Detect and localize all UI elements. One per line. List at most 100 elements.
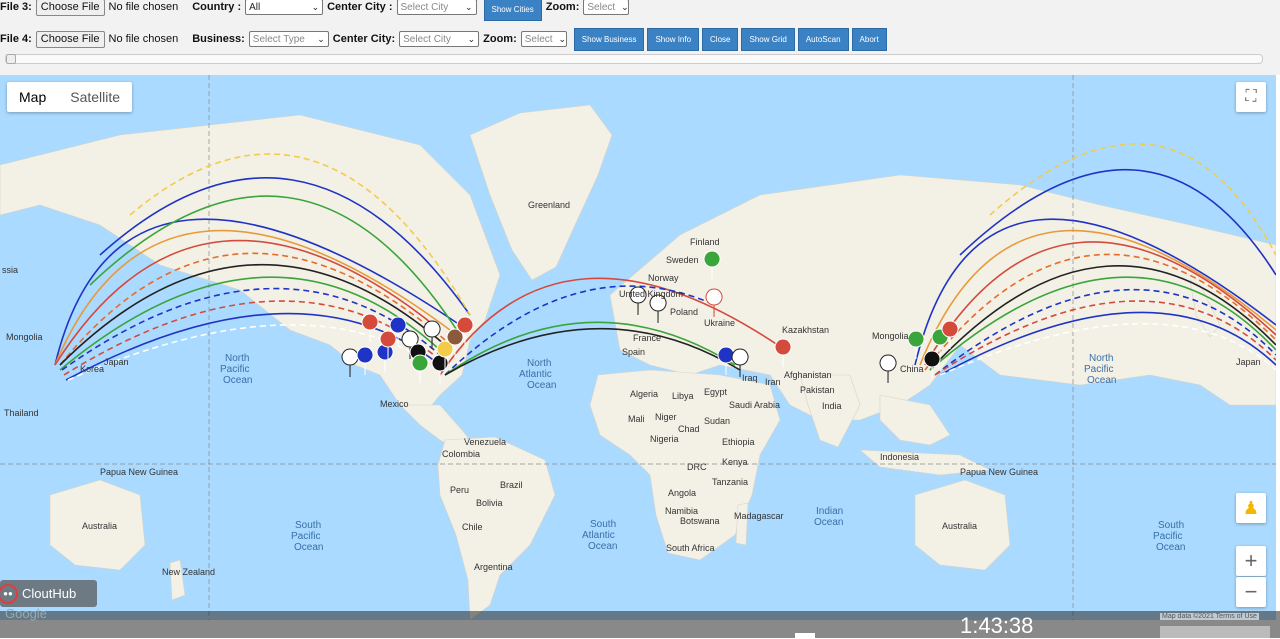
file-3-label: File 3:: [0, 1, 32, 13]
center-city-select-1-value: Select City: [400, 1, 449, 13]
label-sudan: Sudan: [704, 416, 730, 426]
video-timestamp: 1:43:38: [960, 613, 1034, 638]
business-select[interactable]: Select Type ⌄: [248, 31, 329, 47]
label-greenland: Greenland: [528, 200, 570, 210]
ocean-na-1: North: [527, 358, 551, 369]
zoom-in-button[interactable]: +: [1236, 546, 1266, 576]
zoom-label-2: Zoom:: [483, 33, 517, 45]
chevron-down-icon: ⌄: [464, 1, 473, 12]
label-saudi-arabia: Saudi Arabia: [729, 400, 780, 410]
clouthub-watermark: ●● CloutHub: [0, 580, 97, 607]
label-india: India: [822, 401, 842, 411]
video-progress-indicator[interactable]: [795, 633, 815, 638]
autoscan-button[interactable]: AutoScan: [797, 27, 849, 51]
show-business-button[interactable]: Show Business: [573, 27, 645, 51]
ocean-np-right-3: Ocean: [1087, 375, 1116, 386]
zoom-select-2-value: Select: [524, 33, 553, 45]
marker-pin: [341, 348, 359, 378]
label-thailand: Thailand: [4, 408, 39, 418]
file-4-choose-button[interactable]: Choose File: [35, 30, 105, 48]
label-peru: Peru: [450, 485, 469, 495]
label-mexico: Mexico: [380, 399, 409, 409]
pegman-icon: ♟: [1242, 497, 1260, 518]
clouthub-label: CloutHub: [22, 586, 77, 601]
label-venezuela: Venezuela: [464, 437, 506, 447]
center-city-select-2[interactable]: Select City ⌄: [399, 31, 480, 47]
ocean-np-left-3: Ocean: [223, 375, 252, 386]
ocean-sa-1: South: [590, 519, 616, 530]
business-label: Business:: [192, 33, 245, 45]
chevron-down-icon: ⌄: [467, 33, 476, 44]
zoom-select-1[interactable]: Select ⌄: [583, 0, 630, 15]
toolbar-row-2: File 4: Choose File No file chosen Busin…: [0, 27, 887, 51]
ocean-sp-right-1: South: [1158, 520, 1184, 531]
label-algeria: Algeria: [630, 389, 658, 399]
label-chile: Chile: [462, 522, 483, 532]
video-control-bar: [0, 611, 1280, 638]
map-attribution[interactable]: Map data ©2021 Terms of Use: [1160, 613, 1259, 620]
file-4-label: File 4:: [0, 33, 32, 45]
center-city-label-1: Center City :: [327, 1, 393, 13]
slider-handle[interactable]: [6, 54, 16, 64]
label-mali: Mali: [628, 414, 645, 424]
ocean-sp-left-3: Ocean: [294, 542, 323, 553]
map-canvas[interactable]: Greenland Finland Sweden Norway Kazakhst…: [0, 75, 1276, 620]
fullscreen-icon: ⛶: [1245, 88, 1257, 105]
close-button[interactable]: Close: [702, 27, 739, 51]
ocean-sp-left-2: Pacific: [291, 531, 320, 542]
map-type-control: Map Satellite: [7, 82, 133, 112]
show-info-button[interactable]: Show Info: [647, 27, 700, 51]
abort-button[interactable]: Abort: [851, 27, 887, 51]
map-type-map-button[interactable]: Map: [7, 82, 58, 112]
label-nigeria: Nigeria: [650, 434, 679, 444]
file-4-status: No file chosen: [108, 33, 179, 45]
label-botswana: Botswana: [680, 516, 720, 526]
ocean-np-right-1: North: [1089, 353, 1113, 364]
world-map: Greenland Finland Sweden Norway Kazakhst…: [0, 75, 1276, 620]
map-type-satellite-button[interactable]: Satellite: [58, 82, 132, 112]
ocean-sa-2: Atlantic: [582, 530, 615, 541]
country-select[interactable]: All ⌄: [245, 0, 324, 15]
zoom-label-1: Zoom:: [545, 1, 580, 13]
zoom-out-icon: −: [1244, 579, 1258, 604]
zoom-select-2[interactable]: Select ⌄: [520, 31, 567, 47]
ocean-io-1: Indian: [816, 506, 843, 517]
country-select-value: All: [249, 1, 261, 13]
timeline-slider[interactable]: [5, 54, 1263, 64]
center-city-select-1[interactable]: Select City ⌄: [396, 0, 477, 15]
center-city-select-2-value: Select City: [403, 33, 451, 45]
marker-pin: [717, 346, 735, 376]
horizontal-scrollbar[interactable]: [1160, 626, 1270, 638]
label-norway: Norway: [648, 273, 679, 283]
label-indonesia: Indonesia: [880, 452, 919, 462]
zoom-out-button[interactable]: −: [1236, 577, 1266, 607]
google-logo: Google: [5, 606, 47, 621]
ocean-np-left-2: Pacific: [220, 364, 249, 375]
label-iran: Iran: [765, 377, 781, 387]
label-ethiopia: Ethiopia: [722, 437, 755, 447]
label-edge-ssia: ssia: [2, 265, 18, 275]
ocean-sa-3: Ocean: [588, 541, 617, 552]
pegman-button[interactable]: ♟: [1236, 493, 1266, 523]
label-mongolia-right: Mongolia: [872, 331, 909, 341]
label-bolivia: Bolivia: [476, 498, 503, 508]
chevron-down-icon: ⌄: [558, 33, 567, 44]
fullscreen-button[interactable]: ⛶: [1236, 82, 1266, 112]
land-masses: [0, 104, 1276, 620]
ocean-na-2: Atlantic: [519, 369, 552, 380]
label-madagascar: Madagascar: [734, 511, 784, 521]
chevron-down-icon: ⌄: [621, 1, 629, 12]
show-grid-button[interactable]: Show Grid: [741, 27, 795, 51]
file-3-choose-button[interactable]: Choose File: [35, 0, 105, 16]
ocean-sp-right-2: Pacific: [1153, 531, 1182, 542]
show-cities-button[interactable]: Show Cities: [483, 0, 542, 21]
chevron-down-icon: ⌄: [311, 1, 320, 12]
label-brazil: Brazil: [500, 480, 523, 490]
zoom-in-icon: +: [1244, 548, 1258, 573]
business-select-value: Select Type: [252, 33, 305, 45]
label-tanzania: Tanzania: [712, 477, 748, 487]
label-namibia: Namibia: [665, 506, 698, 516]
label-sweden: Sweden: [666, 255, 699, 265]
label-kenya: Kenya: [722, 457, 748, 467]
label-china: China: [900, 364, 924, 374]
